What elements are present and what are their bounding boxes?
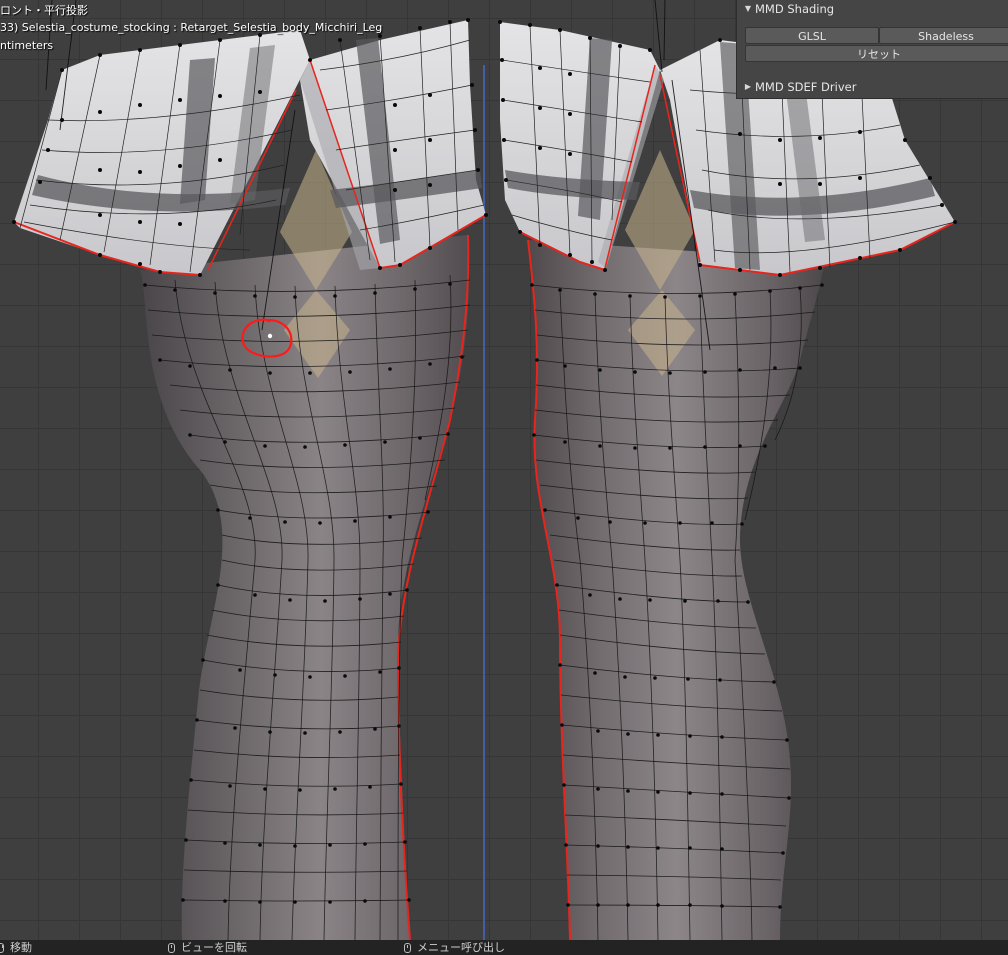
expand-triangle-icon: ▶	[744, 82, 752, 91]
mmd-tools-panel: ▼ MMD Shading GLSL Shadeless リセット ▶ MMD …	[736, 0, 1008, 99]
mmd-sdef-driver-title: MMD SDEF Driver	[755, 80, 857, 94]
mesh-canvas[interactable]	[0, 0, 1008, 940]
view-title: ロント・平行投影	[0, 4, 88, 17]
selected-vertex[interactable]	[267, 333, 273, 339]
status-move: 移動	[0, 940, 32, 955]
object-info: 33) Selestia_costume_stocking : Retarget…	[0, 21, 383, 34]
status-bar: 移動 ビューを回転 メニュー呼び出し	[0, 940, 1008, 955]
mmd-shading-header[interactable]: ▼ MMD Shading	[737, 0, 1008, 18]
3d-viewport[interactable]: ロント・平行投影 33) Selestia_costume_stocking :…	[0, 0, 1008, 940]
mmd-sdef-driver-header[interactable]: ▶ MMD SDEF Driver	[737, 78, 1008, 96]
mouse-right-icon	[404, 943, 411, 953]
mouse-left-icon	[0, 943, 4, 953]
status-menu: メニュー呼び出し	[404, 940, 505, 955]
units-label: ntimeters	[0, 39, 54, 52]
left-cuff	[12, 18, 488, 277]
collapse-triangle-icon: ▼	[744, 4, 752, 13]
mmd-shading-title: MMD Shading	[755, 2, 835, 16]
status-rotate-view: ビューを回転	[168, 940, 247, 955]
reset-button[interactable]: リセット	[745, 45, 1008, 62]
mouse-middle-icon	[168, 943, 175, 953]
glsl-button[interactable]: GLSL	[745, 27, 879, 44]
shadeless-button[interactable]: Shadeless	[879, 27, 1008, 44]
